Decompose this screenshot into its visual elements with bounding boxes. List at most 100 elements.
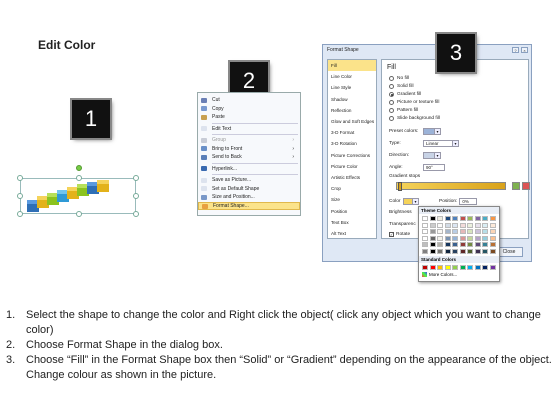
- theme-color-swatch[interactable]: [429, 229, 436, 234]
- standard-color-swatch[interactable]: [437, 264, 443, 270]
- theme-color-swatch[interactable]: [459, 222, 466, 228]
- more-colors-item[interactable]: More Colors...: [419, 271, 499, 277]
- standard-color-swatch[interactable]: [459, 264, 466, 270]
- checkbox-checked-icon[interactable]: ✓: [389, 232, 394, 237]
- stop-color-button[interactable]: ▾: [403, 198, 419, 205]
- theme-color-swatch[interactable]: [467, 229, 473, 234]
- resize-handle-top-right[interactable]: [133, 175, 139, 181]
- radio-no-fill[interactable]: No fill: [389, 76, 409, 81]
- theme-color-swatch[interactable]: [429, 222, 436, 228]
- category-reflection[interactable]: Reflection: [328, 105, 376, 116]
- category-crop[interactable]: Crop: [328, 183, 376, 194]
- radio-solid-fill[interactable]: Solid fill: [389, 84, 414, 89]
- theme-color-swatch[interactable]: [482, 222, 488, 228]
- standard-color-swatch[interactable]: [467, 264, 473, 270]
- radio-slide-background-fill[interactable]: Slide background fill: [389, 116, 440, 121]
- theme-color-swatch[interactable]: [429, 248, 436, 254]
- direction-dropdown[interactable]: ▾: [423, 152, 441, 159]
- category-position[interactable]: Position: [328, 205, 376, 216]
- menu-item-bring-to-front[interactable]: Bring to Front ›: [198, 145, 300, 154]
- gradient-stops-slider[interactable]: [396, 182, 506, 191]
- theme-color-swatch[interactable]: [444, 248, 451, 254]
- theme-color-swatch[interactable]: [452, 222, 458, 228]
- category-picture-corrections[interactable]: Picture Corrections: [328, 150, 376, 161]
- category-alt-text[interactable]: Alt Text: [328, 228, 376, 239]
- theme-color-swatch[interactable]: [437, 222, 443, 228]
- gradient-stop-handle[interactable]: [398, 182, 402, 191]
- theme-color-swatch[interactable]: [444, 235, 451, 241]
- menu-item-save-as-picture[interactable]: Save as Picture...: [198, 176, 300, 185]
- category-glow-soft-edges[interactable]: Glow and Soft Edges: [328, 116, 376, 127]
- theme-color-swatch[interactable]: [467, 242, 473, 247]
- theme-color-swatch[interactable]: [489, 216, 496, 221]
- theme-color-swatch[interactable]: [452, 216, 458, 221]
- standard-color-swatch[interactable]: [474, 264, 481, 270]
- menu-item-set-default-shape[interactable]: Set as Default Shape: [198, 185, 300, 194]
- theme-color-swatch[interactable]: [474, 235, 481, 241]
- menu-item-edit-text[interactable]: Edit Text: [198, 125, 300, 134]
- stop-position-input[interactable]: 0%: [459, 198, 478, 205]
- menu-item-hyperlink[interactable]: Hyperlink...: [198, 165, 300, 174]
- theme-color-swatch[interactable]: [429, 242, 436, 247]
- remove-stop-icon[interactable]: [522, 182, 530, 190]
- category-shadow[interactable]: Shadow: [328, 94, 376, 105]
- menu-item-send-to-back[interactable]: Send to Back ›: [198, 153, 300, 162]
- resize-handle-bottom-right[interactable]: [133, 211, 139, 217]
- theme-color-swatch[interactable]: [482, 248, 488, 254]
- add-stop-icon[interactable]: [512, 182, 520, 190]
- radio-gradient-fill[interactable]: Gradient fill: [389, 92, 421, 97]
- resize-handle-left[interactable]: [17, 193, 23, 199]
- theme-color-swatch[interactable]: [437, 235, 443, 241]
- angle-input[interactable]: 90°: [423, 164, 445, 171]
- theme-color-swatch[interactable]: [482, 235, 488, 241]
- menu-item-cut[interactable]: Cut: [198, 96, 300, 105]
- theme-color-swatch[interactable]: [429, 216, 436, 221]
- standard-color-swatch[interactable]: [482, 264, 488, 270]
- standard-color-swatch[interactable]: [489, 264, 496, 270]
- category-3d-rotation[interactable]: 3-D Rotation: [328, 138, 376, 149]
- selected-shape[interactable]: [17, 165, 139, 217]
- theme-color-swatch[interactable]: [489, 222, 496, 228]
- theme-color-swatch[interactable]: [422, 235, 428, 241]
- menu-item-format-shape[interactable]: Format Shape...: [198, 201, 300, 210]
- rotate-with-shape-row[interactable]: ✓ Rotate: [389, 232, 410, 237]
- theme-color-swatch[interactable]: [474, 216, 481, 221]
- theme-color-swatch[interactable]: [459, 235, 466, 241]
- rotation-handle[interactable]: [76, 165, 82, 171]
- theme-color-swatch[interactable]: [422, 229, 428, 234]
- menu-item-paste[interactable]: Paste: [198, 113, 300, 122]
- theme-color-swatch[interactable]: [459, 229, 466, 234]
- theme-color-swatch[interactable]: [474, 222, 481, 228]
- theme-color-swatch[interactable]: [489, 248, 496, 254]
- theme-color-swatch[interactable]: [452, 229, 458, 234]
- theme-color-swatch[interactable]: [467, 216, 473, 221]
- theme-color-swatch[interactable]: [459, 216, 466, 221]
- radio-pattern-fill[interactable]: Pattern fill: [389, 108, 418, 113]
- standard-color-swatch[interactable]: [429, 264, 436, 270]
- theme-color-swatch[interactable]: [489, 229, 496, 234]
- resize-handle-bottom[interactable]: [76, 211, 82, 217]
- theme-color-swatch[interactable]: [474, 248, 481, 254]
- theme-color-swatch[interactable]: [467, 222, 473, 228]
- standard-color-swatch[interactable]: [422, 264, 428, 270]
- theme-color-swatch[interactable]: [422, 216, 428, 221]
- theme-color-swatch[interactable]: [444, 242, 451, 247]
- preset-colors-dropdown[interactable]: ▾: [423, 128, 441, 135]
- resize-handle-bottom-left[interactable]: [17, 211, 23, 217]
- theme-color-swatch[interactable]: [422, 222, 428, 228]
- theme-color-swatch[interactable]: [437, 229, 443, 234]
- theme-color-swatch[interactable]: [452, 242, 458, 247]
- theme-color-swatch[interactable]: [482, 216, 488, 221]
- resize-handle-top-left[interactable]: [17, 175, 23, 181]
- theme-color-swatch[interactable]: [444, 216, 451, 221]
- theme-color-swatch[interactable]: [474, 229, 481, 234]
- theme-color-swatch[interactable]: [489, 242, 496, 247]
- theme-color-swatch[interactable]: [474, 242, 481, 247]
- theme-color-swatch[interactable]: [452, 248, 458, 254]
- category-size[interactable]: Size: [328, 194, 376, 205]
- category-line-color[interactable]: Line Color: [328, 71, 376, 82]
- theme-color-swatch[interactable]: [444, 222, 451, 228]
- theme-color-swatch[interactable]: [467, 235, 473, 241]
- theme-color-swatch[interactable]: [437, 242, 443, 247]
- category-3d-format[interactable]: 3-D Format: [328, 127, 376, 138]
